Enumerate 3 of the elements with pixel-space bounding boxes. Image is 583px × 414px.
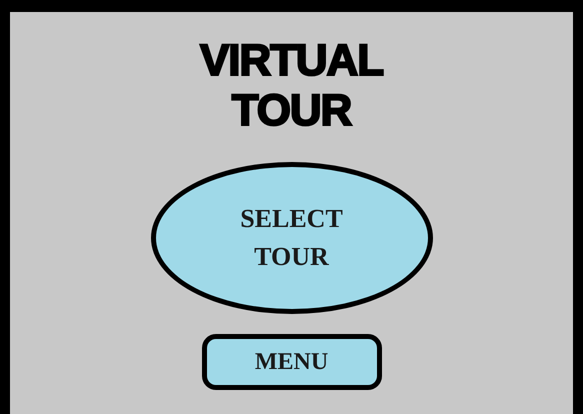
select-tour-button[interactable]: SELECT TOUR [150, 162, 432, 314]
app-title: VIRTUAL TOUR [199, 36, 384, 136]
menu-button[interactable]: MENU [202, 334, 382, 390]
